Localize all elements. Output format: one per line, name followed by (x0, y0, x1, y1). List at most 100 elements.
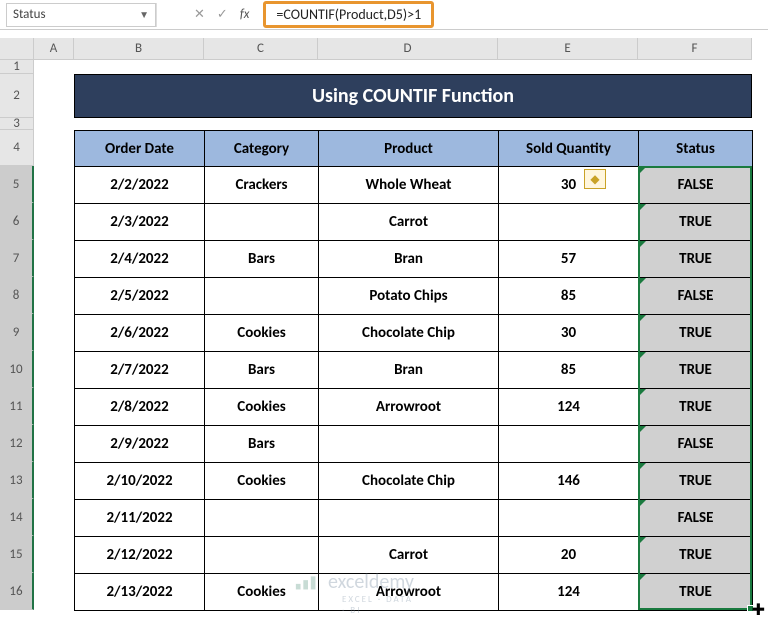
cell-category[interactable] (205, 278, 319, 315)
cell-order-date[interactable]: 2/11/2022 (75, 500, 205, 537)
table-row: 2/4/2022BarsBran57TRUE (75, 241, 753, 278)
cell-category[interactable] (205, 500, 319, 537)
table-row: 2/6/2022CookiesChocolate Chip30TRUE (75, 315, 753, 352)
th-category[interactable]: Category (205, 131, 319, 167)
row-header-3[interactable]: 3 (0, 118, 34, 130)
cell-order-date[interactable]: 2/12/2022 (75, 537, 205, 574)
cell-sold-quantity[interactable]: 124 (499, 574, 639, 611)
cell-order-date[interactable]: 2/2/2022 (75, 167, 205, 204)
cell-product[interactable]: Bran (319, 241, 499, 278)
th-product[interactable]: Product (319, 131, 499, 167)
cell-status[interactable]: TRUE (639, 352, 753, 389)
cell-product[interactable]: Whole Wheat (319, 167, 499, 204)
cell-sold-quantity[interactable]: 85 (499, 278, 639, 315)
sheet-area[interactable]: Using COUNTIF Function Order Date Catego… (34, 60, 754, 610)
col-header-f[interactable]: F (638, 38, 752, 60)
cell-status[interactable]: FALSE (639, 426, 753, 463)
cell-product[interactable]: Chocolate Chip (319, 315, 499, 352)
row-header-1[interactable]: 1 (0, 60, 34, 74)
row-header-6[interactable]: 6 (0, 203, 34, 240)
cell-sold-quantity[interactable]: 57 (499, 241, 639, 278)
cell-sold-quantity[interactable]: 85 (499, 352, 639, 389)
cell-product[interactable]: Arrowroot (319, 389, 499, 426)
th-order-date[interactable]: Order Date (75, 131, 205, 167)
cell-sold-quantity[interactable]: 30 (499, 315, 639, 352)
cell-order-date[interactable]: 2/8/2022 (75, 389, 205, 426)
error-indicator-icon[interactable]: ◆ (584, 169, 606, 189)
cell-product[interactable]: Carrot (319, 204, 499, 241)
th-sold-quantity[interactable]: Sold Quantity (499, 131, 639, 167)
cell-order-date[interactable]: 2/10/2022 (75, 463, 205, 500)
cell-status[interactable]: FALSE (639, 500, 753, 537)
cell-sold-quantity[interactable]: 146 (499, 463, 639, 500)
cell-product[interactable]: Arrowroot (319, 574, 499, 611)
cell-product[interactable]: Potato Chips (319, 278, 499, 315)
row-header-2[interactable]: 2 (0, 74, 34, 118)
cell-product[interactable] (319, 500, 499, 537)
cell-sold-quantity[interactable]: 124 (499, 389, 639, 426)
col-header-b[interactable]: B (74, 38, 204, 60)
cell-status[interactable]: TRUE (639, 574, 753, 611)
cell-sold-quantity[interactable]: 20 (499, 537, 639, 574)
name-box[interactable]: Status ▼ (6, 3, 156, 27)
cell-product[interactable] (319, 426, 499, 463)
row-header-14[interactable]: 14 (0, 499, 34, 536)
cell-order-date[interactable]: 2/4/2022 (75, 241, 205, 278)
formula-input[interactable]: =COUNTIF(Product,D5)>1 (263, 1, 434, 28)
cell-order-date[interactable]: 2/6/2022 (75, 315, 205, 352)
cell-product[interactable]: Bran (319, 352, 499, 389)
cell-category[interactable]: Cookies (205, 574, 319, 611)
name-box-dropdown-icon[interactable]: ▼ (139, 8, 149, 21)
cell-category[interactable]: Bars (205, 241, 319, 278)
cell-category[interactable]: Bars (205, 426, 319, 463)
cell-status[interactable]: TRUE (639, 537, 753, 574)
cell-sold-quantity[interactable]: 30 (499, 167, 639, 204)
cell-category[interactable]: Cookies (205, 389, 319, 426)
title-cell[interactable]: Using COUNTIF Function (74, 74, 752, 118)
cell-category[interactable]: Bars (205, 352, 319, 389)
cell-status[interactable]: TRUE (639, 315, 753, 352)
row-header-5[interactable]: 5 (0, 166, 34, 203)
row-header-15[interactable]: 15 (0, 536, 34, 573)
cell-category[interactable] (205, 204, 319, 241)
cell-status[interactable]: FALSE (639, 167, 753, 204)
cell-order-date[interactable]: 2/7/2022 (75, 352, 205, 389)
cell-status[interactable]: FALSE (639, 278, 753, 315)
cell-category[interactable]: Cookies (205, 463, 319, 500)
cell-order-date[interactable]: 2/9/2022 (75, 426, 205, 463)
cell-category[interactable]: Crackers (205, 167, 319, 204)
cell-status[interactable]: TRUE (639, 463, 753, 500)
col-header-e[interactable]: E (498, 38, 638, 60)
col-header-a[interactable]: A (34, 38, 74, 60)
select-all-corner[interactable] (0, 38, 34, 60)
fx-icon[interactable]: fx (240, 7, 250, 22)
cell-status[interactable]: TRUE (639, 204, 753, 241)
name-box-value: Status (13, 7, 46, 22)
cell-order-date[interactable]: 2/3/2022 (75, 204, 205, 241)
row-header-12[interactable]: 12 (0, 425, 34, 462)
row-header-8[interactable]: 8 (0, 277, 34, 314)
cancel-icon[interactable]: ✕ (194, 7, 205, 22)
cell-status[interactable]: TRUE (639, 389, 753, 426)
cell-order-date[interactable]: 2/13/2022 (75, 574, 205, 611)
col-header-d[interactable]: D (318, 38, 498, 60)
row-header-10[interactable]: 10 (0, 351, 34, 388)
cell-product[interactable]: Carrot (319, 537, 499, 574)
cell-category[interactable]: Cookies (205, 315, 319, 352)
row-header-16[interactable]: 16 (0, 573, 34, 610)
cell-status[interactable]: TRUE (639, 241, 753, 278)
cell-category[interactable] (205, 537, 319, 574)
cell-sold-quantity[interactable] (499, 204, 639, 241)
row-header-7[interactable]: 7 (0, 240, 34, 277)
enter-icon[interactable]: ✓ (217, 7, 228, 22)
row-header-13[interactable]: 13 (0, 462, 34, 499)
th-status[interactable]: Status (639, 131, 753, 167)
row-header-11[interactable]: 11 (0, 388, 34, 425)
cell-sold-quantity[interactable] (499, 426, 639, 463)
col-header-c[interactable]: C (204, 38, 318, 60)
cell-order-date[interactable]: 2/5/2022 (75, 278, 205, 315)
cell-product[interactable]: Chocolate Chip (319, 463, 499, 500)
row-header-4[interactable]: 4 (0, 130, 34, 166)
row-header-9[interactable]: 9 (0, 314, 34, 351)
cell-sold-quantity[interactable] (499, 500, 639, 537)
